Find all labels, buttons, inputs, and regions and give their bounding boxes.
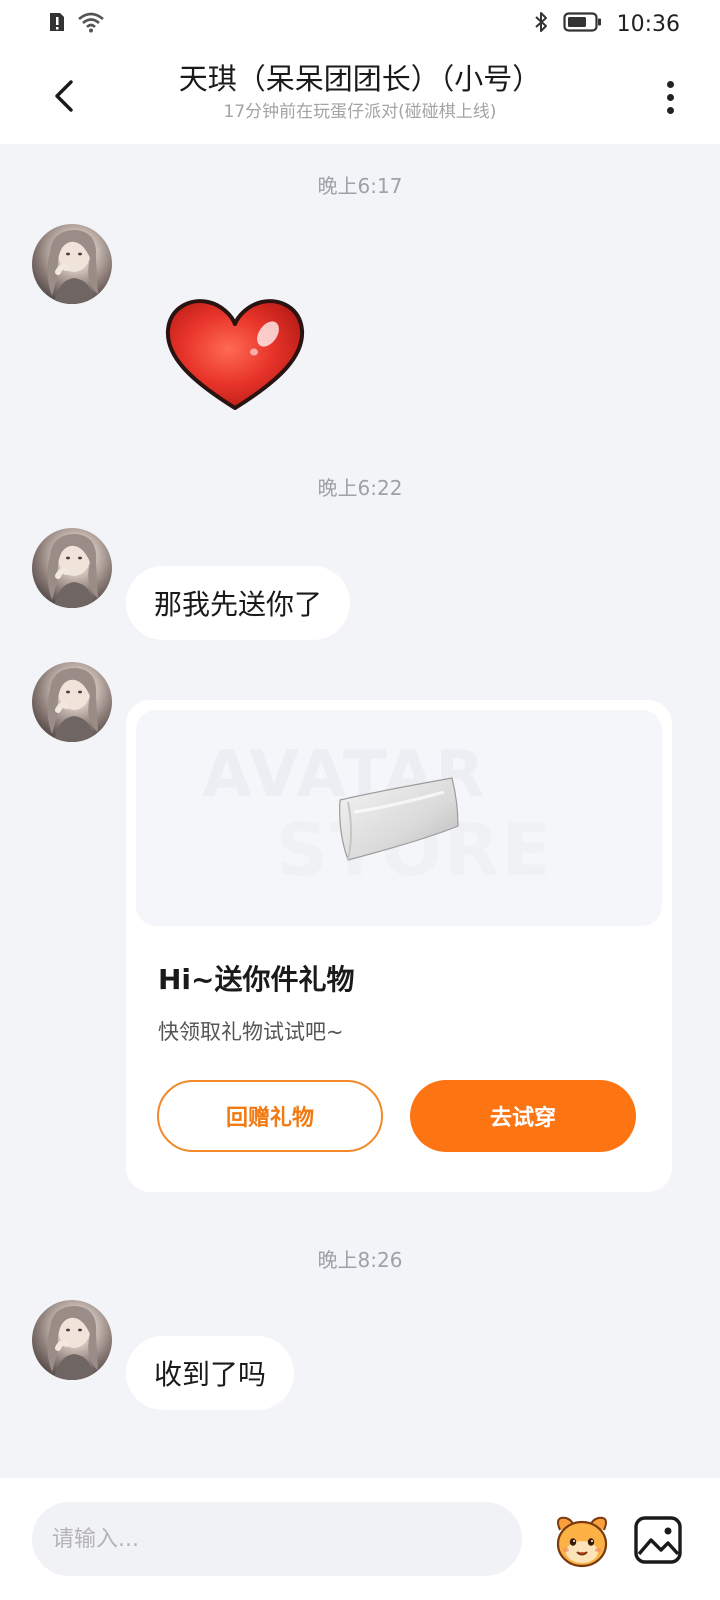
avatar[interactable] (32, 528, 112, 608)
message-bubble[interactable]: 那我先送你了 (126, 566, 351, 640)
avatar[interactable] (32, 224, 112, 304)
input-bar (0, 1478, 720, 1600)
status-left (48, 10, 106, 38)
status-right: 10:36 (533, 10, 680, 38)
avatar[interactable] (32, 662, 112, 742)
chat-header: 天琪（呆呆团团长）（小号） 17分钟前在玩蛋仔派对(碰碰棋上线) (0, 48, 720, 144)
wifi-icon (76, 10, 106, 38)
gift-card[interactable]: AVATAR STORE Hi~送你件礼物 快领取礼物试试吧~ 回赠礼物 去试穿 (126, 700, 672, 1192)
gift-image[interactable]: AVATAR STORE (136, 710, 662, 926)
message-input[interactable] (32, 1502, 522, 1576)
pillow-gift-image (339, 777, 459, 861)
gift-title: Hi~送你件礼物 (158, 963, 355, 996)
image-picker-icon[interactable] (630, 1512, 686, 1568)
chevron-left-icon (55, 80, 73, 112)
return-gift-button[interactable]: 回赠礼物 (157, 1080, 383, 1152)
back-button[interactable] (40, 70, 88, 122)
message-timestamp: 晚上8:26 (317, 1248, 403, 1272)
alert-sim-icon (48, 11, 66, 37)
emoji-mascot-icon[interactable] (550, 1508, 614, 1572)
more-options-button[interactable] (650, 72, 690, 122)
bluetooth-icon (533, 10, 549, 38)
battery-icon (562, 11, 603, 37)
message-timestamp: 晚上6:17 (317, 174, 403, 198)
contact-status: 17分钟前在玩蛋仔派对(碰碰棋上线) (223, 102, 497, 122)
contact-name: 天琪（呆呆团团长）（小号） (178, 62, 542, 96)
message-timestamp: 晚上6:22 (317, 476, 403, 500)
message-bubble[interactable]: 收到了吗 (126, 1336, 295, 1410)
header-title-block: 天琪（呆呆团团长）（小号） 17分钟前在玩蛋仔派对(碰碰棋上线) (120, 60, 600, 124)
more-dot (666, 106, 674, 114)
chat-message-list[interactable]: 晚上6:17 晚上6:22 那我先送你了 AVATAR STORE Hi~送你件… (0, 144, 720, 1478)
more-dot (666, 93, 674, 101)
status-bar: 10:36 (0, 0, 720, 48)
heart-sticker[interactable] (160, 294, 310, 414)
gift-description: 快领取礼物试试吧~ (158, 1020, 344, 1044)
try-on-button[interactable]: 去试穿 (410, 1080, 636, 1152)
status-time: 10:36 (616, 11, 680, 37)
avatar[interactable] (32, 1300, 112, 1380)
more-vertical-icon (666, 80, 674, 88)
